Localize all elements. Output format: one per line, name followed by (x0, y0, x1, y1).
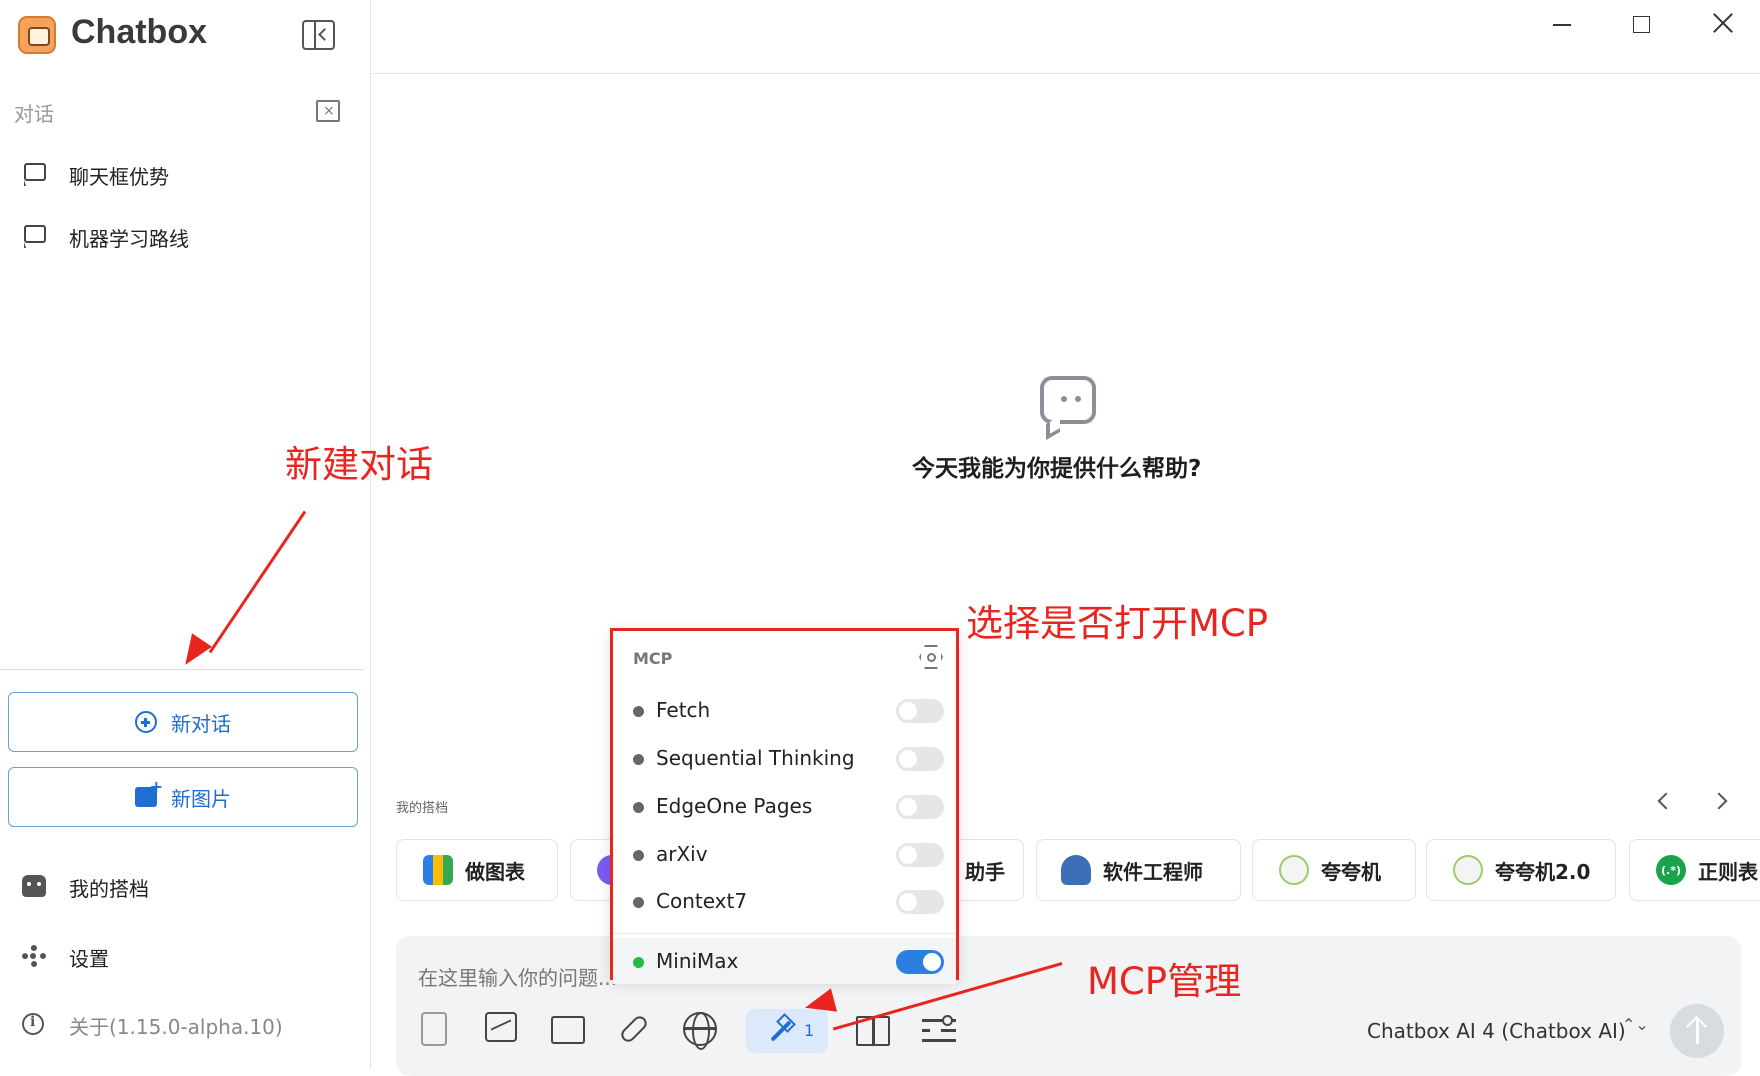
attach-image-icon[interactable] (485, 1012, 517, 1042)
mcp-server-row[interactable]: MiniMax (613, 938, 956, 984)
mcp-settings-icon-inner (927, 653, 936, 662)
mcp-server-name: Sequential Thinking (656, 746, 855, 770)
mcp-server-name: EdgeOne Pages (656, 794, 813, 818)
status-dot (633, 957, 644, 968)
sidebar-item-settings[interactable]: 设置 (0, 931, 370, 981)
mcp-toggle[interactable] (896, 843, 944, 867)
chat-input-area (396, 936, 1741, 1076)
mcp-toggle[interactable] (896, 890, 944, 914)
partner-card[interactable]: 软件工程师 (1036, 839, 1241, 901)
chat-input[interactable]: 在这里输入你的问题... (418, 962, 617, 991)
hammer-icon (764, 1017, 792, 1045)
mcp-divider (613, 933, 956, 934)
app-title: Chatbox (71, 13, 207, 51)
conversation-label: 聊天框优势 (69, 165, 169, 189)
mcp-server-row[interactable]: arXiv (613, 831, 956, 877)
mcp-server-name: Context7 (656, 889, 748, 913)
annotation-mcp-manage: MCP管理 (1087, 960, 1242, 1003)
sidebar-item-about[interactable]: 关于(1.15.0-alpha.10) (0, 999, 370, 1049)
welcome-heading: 今天我能为你提供什么帮助? (912, 456, 1202, 482)
sidebar-item-label: 设置 (69, 947, 109, 971)
cheer-icon (1453, 855, 1483, 885)
minimize-icon[interactable] (1553, 24, 1571, 26)
partner-card[interactable]: 夸夸机 (1252, 839, 1416, 901)
gear-icon (22, 945, 46, 967)
status-dot (633, 754, 644, 765)
chatbox-logo-icon (18, 16, 56, 54)
chat-bubble-icon (1040, 376, 1096, 424)
conversation-label: 机器学习路线 (69, 227, 189, 251)
mcp-toggle[interactable] (896, 950, 944, 974)
sidebar: Chatbox 对话 聊天框优势 机器学习路线 新对话 新图片 我的搭档 设置 … (0, 0, 371, 1069)
cheer-icon (1279, 855, 1309, 885)
conversations-section-label: 对话 (14, 102, 54, 126)
annotation-mcp-toggle: 选择是否打开MCP (966, 602, 1269, 645)
close-icon[interactable] (1712, 12, 1734, 34)
mcp-server-row[interactable]: Context7 (613, 878, 956, 924)
partner-label: 软件工程师 (1103, 859, 1203, 884)
title-bar (371, 0, 1760, 74)
status-dot (633, 897, 644, 908)
conversation-item[interactable]: 聊天框优势 (0, 149, 370, 199)
info-icon (22, 1013, 44, 1035)
send-button[interactable] (1670, 1004, 1724, 1058)
chevron-right-icon[interactable] (1710, 792, 1728, 810)
partner-label: 正则表 (1698, 859, 1758, 884)
new-image-button[interactable]: 新图片 (8, 767, 358, 827)
status-dot (633, 850, 644, 861)
mcp-server-name: MiniMax (656, 949, 739, 973)
partner-label: 夸夸机 (1321, 859, 1381, 884)
partner-card[interactable]: 做图表 (396, 839, 558, 901)
partner-label: 夸夸机2.0 (1495, 859, 1591, 884)
mcp-server-row[interactable]: Fetch (613, 687, 956, 733)
partners-label: 我的搭档 (396, 801, 449, 816)
status-dot (633, 802, 644, 813)
mcp-toggle[interactable] (896, 795, 944, 819)
partner-card[interactable]: 夸夸机2.0 (1426, 839, 1616, 901)
mcp-popup-title: MCP (633, 649, 673, 668)
sidebar-item-partners[interactable]: 我的搭档 (0, 861, 370, 911)
add-image-icon (135, 777, 163, 807)
sidebar-divider (0, 669, 363, 670)
bar-chart-icon (423, 855, 453, 885)
annotation-new-chat: 新建对话 (285, 443, 433, 486)
folder-icon[interactable] (551, 1016, 585, 1044)
regex-icon: (.*) (1656, 855, 1686, 885)
new-chat-label: 新对话 (171, 711, 231, 736)
chat-bubble-icon (24, 163, 46, 186)
chevron-updown-icon[interactable]: ⌃⌄ (1622, 1017, 1649, 1033)
mcp-server-row[interactable]: Sequential Thinking (613, 735, 956, 781)
chat-bubble-icon (24, 225, 46, 248)
attach-document-icon[interactable] (421, 1012, 447, 1046)
model-selector[interactable]: Chatbox AI 4 (Chatbox AI) (1367, 1019, 1626, 1043)
engineer-icon (1061, 855, 1091, 885)
clear-conversations-icon[interactable] (316, 100, 340, 122)
mcp-popup: MCP Fetch Sequential Thinking EdgeOne Pa… (610, 628, 959, 984)
partner-card[interactable]: (.*) 正则表 (1629, 839, 1760, 901)
sidebar-item-label: 我的搭档 (69, 877, 149, 901)
new-image-label: 新图片 (171, 786, 231, 811)
mcp-toggle[interactable] (896, 747, 944, 771)
mcp-server-row[interactable]: EdgeOne Pages (613, 783, 956, 829)
mcp-count: 1 (804, 1021, 815, 1040)
maximize-icon[interactable] (1633, 16, 1650, 33)
mcp-server-name: Fetch (656, 698, 711, 722)
partner-label: 做图表 (465, 859, 525, 884)
web-search-icon[interactable] (683, 1012, 717, 1050)
status-dot (633, 706, 644, 717)
collapse-sidebar-icon[interactable] (302, 20, 335, 50)
mcp-toggle[interactable] (896, 699, 944, 723)
new-chat-button[interactable]: 新对话 (8, 692, 358, 752)
partner-label: 助手 (965, 859, 1005, 884)
sidebar-item-label: 关于(1.15.0-alpha.10) (69, 1015, 283, 1039)
chevron-left-icon[interactable] (1657, 792, 1675, 810)
robot-icon (22, 875, 46, 897)
conversation-item[interactable]: 机器学习路线 (0, 211, 370, 261)
settings-sliders-icon[interactable] (922, 1015, 956, 1044)
mcp-server-name: arXiv (656, 842, 708, 866)
plus-circle-icon (135, 711, 157, 733)
